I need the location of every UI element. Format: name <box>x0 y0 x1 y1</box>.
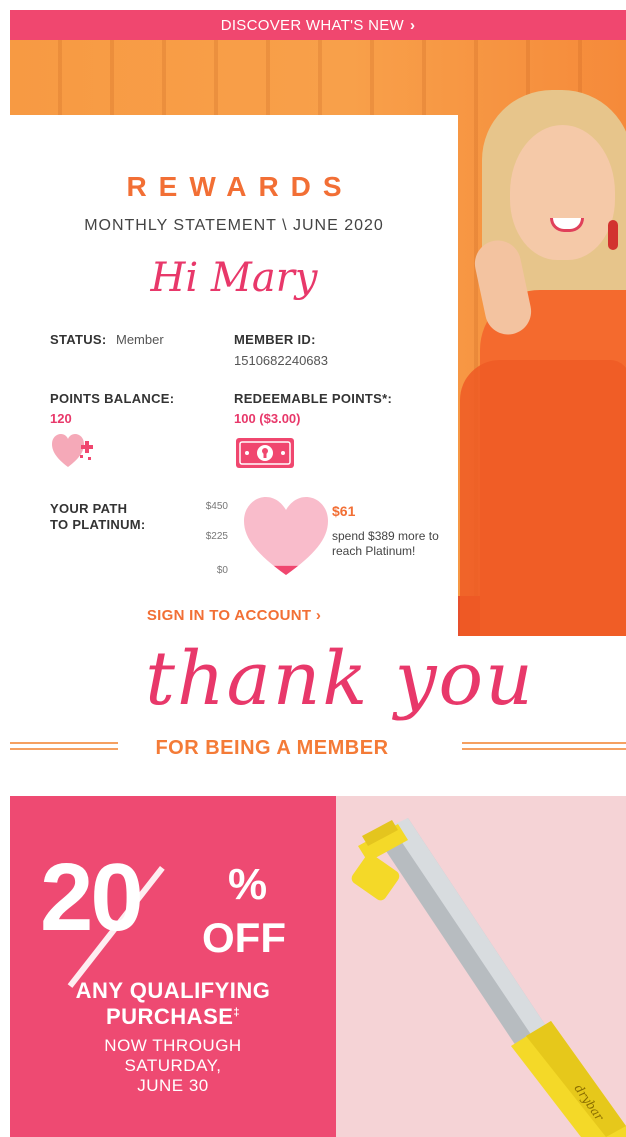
status-value: Member <box>116 332 164 347</box>
offer-date-line3: JUNE 30 <box>137 1076 209 1095</box>
divider-right <box>462 742 626 744</box>
offer-date-line2: SATURDAY, <box>124 1056 222 1075</box>
email-frame: DISCOVER WHAT'S NEW › REWARDS MONTHLY ST… <box>10 0 626 1137</box>
scale-bottom: $0 <box>216 565 228 576</box>
purchase-label: PURCHASE‡ <box>10 1004 336 1030</box>
statement-date: MONTHLY STATEMENT \ JUNE 2020 <box>84 217 384 234</box>
sign-in-link[interactable]: SIGN IN TO ACCOUNT › <box>10 607 458 624</box>
curling-iron-icon: drybar <box>351 818 626 1137</box>
model-earring <box>608 220 618 250</box>
divider-left <box>10 742 118 744</box>
discount-number: 20 <box>40 844 144 951</box>
rewards-card: REWARDS MONTHLY STATEMENT \ JUNE 2020 Hi… <box>10 115 458 636</box>
any-qualifying: ANY QUALIFYING <box>75 978 271 1003</box>
product-image: drybar <box>336 796 626 1137</box>
promo-offer: 20 % OFF ANY QUALIFYING PURCHASE‡ NOW TH… <box>10 796 336 1137</box>
points-balance-label: POINTS BALANCE: <box>50 391 175 406</box>
for-being-a-member: FOR BEING A MEMBER <box>155 737 389 759</box>
redeemable-points-value: 100 ($3.00) <box>234 411 301 426</box>
model-face <box>510 125 615 260</box>
offer-date-line1: NOW THROUGH <box>104 1036 242 1055</box>
scale-top: $450 <box>205 501 228 512</box>
hero-section: REWARDS MONTHLY STATEMENT \ JUNE 2020 Hi… <box>10 40 626 636</box>
divider-left-2 <box>10 748 118 750</box>
status-label: STATUS: <box>50 332 107 347</box>
progress-fill <box>244 565 328 575</box>
discover-new-label: DISCOVER WHAT'S NEW <box>220 16 404 34</box>
rewards-title: REWARDS <box>126 171 354 202</box>
member-id-value: 1510682240683 <box>234 353 328 368</box>
scale-mid: $225 <box>205 531 228 542</box>
points-balance-value: 120 <box>50 411 72 426</box>
member-id-label: MEMBER ID: <box>234 332 316 347</box>
cash-icon <box>236 438 294 468</box>
divider-right-2 <box>462 748 626 750</box>
chevron-right-icon: › <box>410 16 416 34</box>
percent-sign: % <box>228 860 268 909</box>
offer-dates: NOW THROUGH SATURDAY, JUNE 30 <box>10 1036 336 1096</box>
purchase-footnote-mark: ‡ <box>233 1006 241 1019</box>
path-label-line1: YOUR PATH <box>50 501 128 516</box>
model-dress-shadow <box>460 360 626 636</box>
purchase-text: PURCHASE <box>105 1004 234 1029</box>
promo-section[interactable]: 20 % OFF ANY QUALIFYING PURCHASE‡ NOW TH… <box>10 796 626 1137</box>
redeemable-points-label: REDEEMABLE POINTS*: <box>234 391 393 406</box>
off-label: OFF <box>202 914 286 961</box>
sign-in-label: SIGN IN TO ACCOUNT <box>146 607 312 624</box>
progress-amount: $61 <box>332 503 356 519</box>
heart-plus-icon <box>52 434 93 467</box>
path-label-line2: TO PLATINUM: <box>50 517 146 532</box>
thank-you-section: thank you FOR BEING A MEMBER <box>10 636 626 796</box>
discover-new-banner[interactable]: DISCOVER WHAT'S NEW › <box>10 10 626 40</box>
spend-to-platinum: spend $389 more to reach Platinum! <box>332 529 439 558</box>
thank-you-script: thank you <box>145 636 535 722</box>
greeting: Hi Mary <box>150 255 318 301</box>
platinum-progress-heart <box>244 497 328 575</box>
chevron-right-icon: › <box>315 607 322 624</box>
